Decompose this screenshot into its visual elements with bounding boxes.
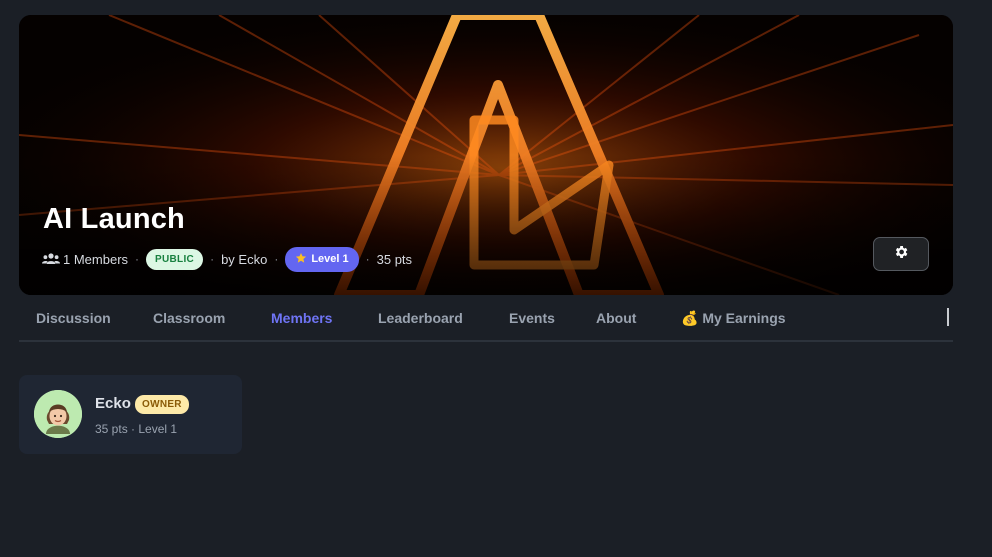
- tab-classroom[interactable]: Classroom: [153, 310, 225, 326]
- member-stats: 35 pts · Level 1: [95, 422, 178, 436]
- separator: ·: [210, 252, 215, 266]
- points-label: 35 pts: [376, 251, 413, 267]
- tab-members[interactable]: Members: [271, 310, 332, 326]
- member-name[interactable]: Ecko: [95, 395, 131, 412]
- members-count[interactable]: 1 Members: [63, 252, 128, 267]
- community-banner: AI Launch 1 Members · PUBLIC · by Ecko ·…: [19, 15, 953, 295]
- separator: ·: [135, 252, 140, 266]
- community-tabs: Discussion Classroom Members Leaderboard…: [19, 296, 953, 342]
- tab-discussion[interactable]: Discussion: [36, 310, 111, 326]
- tab-leaderboard[interactable]: Leaderboard: [378, 310, 463, 326]
- member-card[interactable]: Ecko OWNER 35 pts · Level 1: [19, 375, 242, 454]
- visibility-badge: PUBLIC: [146, 248, 204, 270]
- role-badge: OWNER: [135, 395, 189, 414]
- avatar[interactable]: [34, 390, 82, 438]
- level-badge-label: Level 1: [311, 253, 349, 265]
- tab-about[interactable]: About: [596, 310, 636, 326]
- gear-icon: [893, 244, 909, 265]
- star-icon: [295, 252, 307, 267]
- tab-events[interactable]: Events: [509, 310, 555, 326]
- tabs-divider: [947, 308, 949, 326]
- separator: ·: [365, 252, 370, 266]
- author-label: by Ecko: [221, 251, 268, 267]
- separator: ·: [274, 252, 279, 266]
- users-icon: [42, 253, 60, 265]
- tab-my-earnings[interactable]: 💰 My Earnings: [681, 310, 786, 327]
- settings-button[interactable]: [873, 237, 929, 271]
- community-meta: 1 Members · PUBLIC · by Ecko · Level 1 ·…: [42, 246, 413, 272]
- level-badge: Level 1: [285, 246, 359, 272]
- community-title: AI Launch: [43, 203, 185, 235]
